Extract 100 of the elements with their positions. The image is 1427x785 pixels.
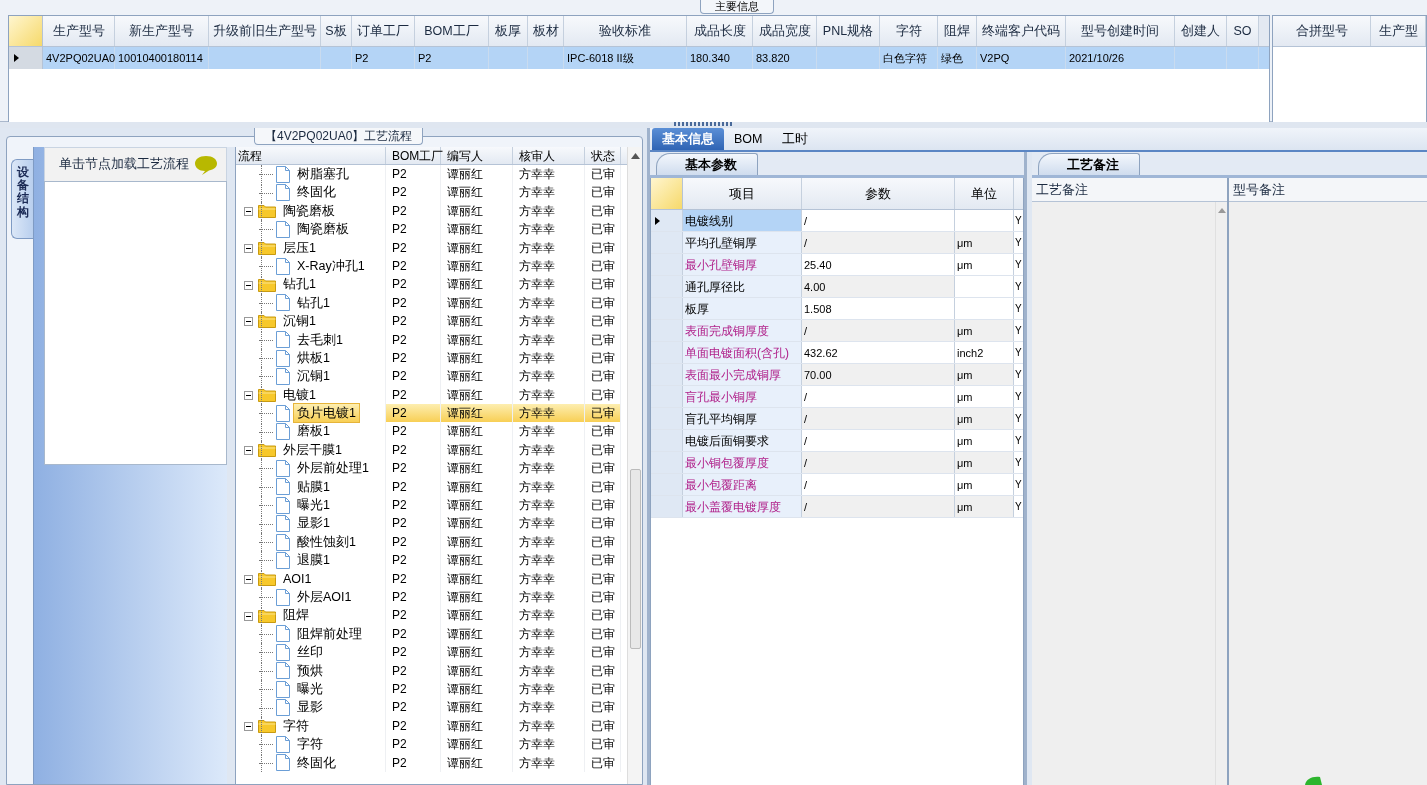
parameter-value-cell[interactable]: 432.62: [802, 342, 955, 363]
table-cell: 方幸幸: [519, 424, 555, 439]
column-header[interactable]: 成品长度: [687, 16, 753, 46]
collapse-icon[interactable]: [244, 243, 253, 253]
tree-node[interactable]: 树脂塞孔: [294, 165, 352, 184]
tab[interactable]: 工时: [772, 128, 819, 150]
tree-node[interactable]: 曝光: [294, 679, 326, 699]
tree-node[interactable]: 贴膜1: [294, 477, 333, 497]
parameter-value-cell[interactable]: /: [802, 386, 955, 407]
column-header[interactable]: S板: [321, 16, 352, 46]
tree-node[interactable]: 字符: [294, 735, 326, 754]
tree-node[interactable]: 丝印: [294, 643, 326, 662]
parameter-value-cell[interactable]: 4.00: [802, 276, 955, 297]
tree-node[interactable]: X-Ray冲孔1: [294, 256, 368, 276]
parameter-value-cell[interactable]: 25.40: [802, 254, 955, 275]
tree-node[interactable]: 外层干膜1: [280, 440, 345, 460]
column-header[interactable]: 板材: [528, 16, 564, 46]
parameter-value-cell[interactable]: /: [802, 430, 955, 451]
table-cell: P2: [392, 387, 407, 402]
column-header[interactable]: 流程: [236, 147, 386, 164]
column-header[interactable]: 升级前旧生产型号: [209, 16, 321, 46]
tree-node[interactable]: 电镀1: [280, 385, 319, 405]
vertical-scrollbar[interactable]: [627, 147, 642, 784]
tree-node[interactable]: 外层前处理1: [294, 459, 372, 478]
tree-node[interactable]: 烘板1: [294, 348, 333, 368]
collapse-icon[interactable]: [244, 574, 253, 584]
select-all-corner[interactable]: [9, 16, 43, 46]
scroll-up-arrow-icon[interactable]: [630, 153, 640, 159]
tree-node[interactable]: 酸性蚀刻1: [294, 532, 359, 552]
column-header[interactable]: BOM工厂: [386, 147, 441, 164]
parameter-value-cell[interactable]: /: [802, 320, 955, 341]
tree-node[interactable]: 显影1: [294, 514, 333, 533]
collapse-icon[interactable]: [244, 390, 253, 400]
parameter-value-cell[interactable]: 70.00: [802, 364, 955, 385]
tree-node[interactable]: 沉铜1: [294, 367, 333, 386]
column-header[interactable]: 字符: [880, 16, 938, 46]
collapse-icon[interactable]: [244, 721, 253, 731]
tree-node[interactable]: 陶瓷磨板: [294, 220, 352, 239]
tree-node[interactable]: AOI1: [280, 569, 315, 588]
column-header[interactable]: 项目: [683, 178, 802, 209]
column-header[interactable]: 生产型: [1371, 16, 1426, 46]
tree-node[interactable]: 陶瓷磨板: [280, 201, 338, 221]
column-header[interactable]: 型号创建时间: [1066, 16, 1175, 46]
column-header[interactable]: 合拼型号: [1273, 16, 1371, 46]
tree-node[interactable]: 负片电镀1: [294, 404, 359, 423]
side-tab[interactable]: 设备结构: [11, 159, 33, 239]
tab[interactable]: 基本信息: [652, 128, 724, 150]
collapse-icon[interactable]: [244, 206, 253, 216]
tab[interactable]: BOM: [724, 128, 773, 150]
collapse-icon[interactable]: [244, 317, 253, 327]
tree-node[interactable]: 钻孔1: [280, 275, 319, 294]
tree-node[interactable]: 磨板1: [294, 422, 333, 441]
column-header[interactable]: 成品宽度: [753, 16, 817, 46]
column-header[interactable]: 阻焊: [938, 16, 977, 46]
column-header[interactable]: 订单工厂: [352, 16, 415, 46]
tree-node[interactable]: 阻焊前处理: [294, 624, 365, 644]
tab[interactable]: 基本参数: [656, 153, 758, 175]
column-header[interactable]: 验收标准: [564, 16, 687, 46]
scrollbar-thumb[interactable]: [629, 469, 641, 649]
tree-node[interactable]: 层压1: [280, 238, 319, 257]
column-header[interactable]: 创建人: [1175, 16, 1227, 46]
tree-node[interactable]: 钻孔1: [294, 293, 333, 313]
table-cell: 方幸幸: [519, 590, 555, 604]
parameter-value-cell[interactable]: /: [802, 408, 955, 429]
column-header[interactable]: PNL规格: [817, 16, 880, 46]
parameter-value-cell[interactable]: /: [802, 232, 955, 253]
parameter-value-cell[interactable]: /: [802, 474, 955, 495]
parameter-value-cell[interactable]: /: [802, 496, 955, 517]
splitter-grip[interactable]: [673, 122, 734, 126]
collapse-icon[interactable]: [244, 446, 253, 456]
table-row[interactable]: 4V2PQ02UA0 10010400180114 P2 P2 IPC-6018 II级 180.340 83.820 白色字符 绿色 V2PQ 2021/10/26: [9, 47, 1269, 69]
column-header[interactable]: 状态: [585, 147, 621, 164]
column-header[interactable]: 参数: [802, 178, 955, 209]
parameter-value-cell[interactable]: /: [802, 210, 955, 231]
parameter-value-cell[interactable]: /: [802, 452, 955, 473]
parameter-name-cell: 单面电镀面积(含孔): [683, 342, 802, 363]
parameter-value-cell[interactable]: 1.508: [802, 298, 955, 319]
tree-node[interactable]: 终固化: [294, 183, 339, 202]
tree-node[interactable]: 沉铜1: [280, 312, 319, 331]
row-header[interactable]: [651, 210, 683, 231]
tree-node[interactable]: 预烘: [294, 661, 326, 680]
column-header[interactable]: BOM工厂: [415, 16, 489, 46]
table-cell: 方幸幸: [519, 442, 555, 457]
tree-node[interactable]: 外层AOI1: [294, 588, 355, 607]
tree-node[interactable]: 终固化: [294, 753, 339, 772]
tree-node[interactable]: 曝光1: [294, 496, 333, 515]
tree-node[interactable]: 去毛刺1: [294, 330, 346, 349]
collapse-icon[interactable]: [244, 280, 253, 290]
tree-node[interactable]: 字符: [280, 716, 312, 736]
column-header[interactable]: 生产型号: [43, 16, 115, 46]
column-header[interactable]: 新生产型号: [115, 16, 209, 46]
column-header[interactable]: 核审人: [513, 147, 585, 164]
collapse-icon[interactable]: [244, 611, 253, 621]
column-header[interactable]: 单位: [955, 178, 1014, 209]
tab[interactable]: 工艺备注: [1038, 153, 1140, 175]
tree-node[interactable]: 显影: [294, 698, 326, 717]
column-header[interactable]: 板厚: [489, 16, 528, 46]
tree-node[interactable]: 退膜1: [294, 551, 333, 570]
column-header[interactable]: 终端客户代码: [977, 16, 1066, 46]
tree-node[interactable]: 阻焊: [280, 606, 312, 625]
